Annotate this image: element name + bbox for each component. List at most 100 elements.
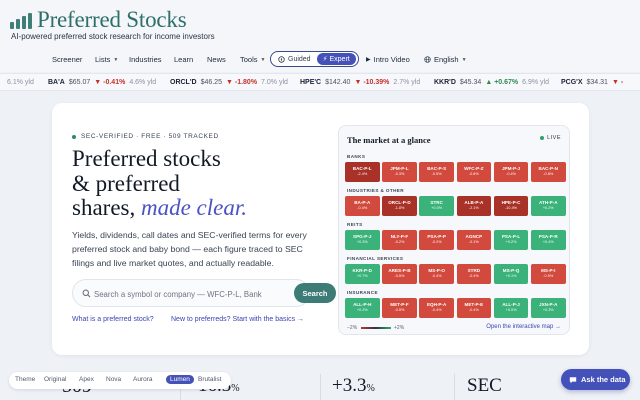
nav-language[interactable]: English ▼ [424, 55, 467, 64]
heatmap-tile[interactable]: BAC-P-L -2.4% [345, 162, 380, 182]
mode-toggle[interactable]: Guided ⚡ Expert [270, 51, 359, 67]
tile-symbol: ALL-P-J [502, 302, 520, 307]
heatmap-tile[interactable]: ARES-P-B -0.5% [382, 264, 417, 284]
tile-change: +0.1% [505, 274, 517, 279]
heatmap-tile[interactable]: MET-P-E -0.4% [456, 298, 492, 318]
tile-symbol: ALL-P-H [353, 302, 372, 307]
compass-icon [278, 55, 285, 63]
ticker-item[interactable]: BA'A $65.07 ▼ -0.41% 4.6% yld [48, 79, 156, 86]
tile-change: -0.3% [394, 172, 405, 177]
mode-expert-button[interactable]: ⚡ Expert [316, 53, 356, 65]
heatmap-tile[interactable]: ALL-P-H +0.2% [345, 298, 380, 318]
ticker-item[interactable]: ORCL'D $46.25 ▼ -1.80% 7.0% yld [170, 79, 288, 86]
heatmap-tile[interactable]: WFC-P-Z -0.8% [456, 162, 492, 182]
heatmap-tile[interactable]: SPG-P-J +0.3% [345, 230, 380, 250]
tile-symbol: MS-P-I [541, 268, 556, 273]
live-dot-icon [540, 136, 545, 140]
heatmap-tile[interactable]: BA-P-A -0.4% [345, 196, 380, 216]
heatmap-tile[interactable]: EQH-P-A -0.4% [419, 298, 454, 318]
ticker-item[interactable]: 6.1% yld [7, 79, 34, 86]
chevron-down-icon: ▼ [260, 56, 266, 63]
chat-bubble-icon [569, 376, 577, 383]
ticker-item[interactable]: PCG'X $34.31 ▼ - [561, 79, 627, 86]
theme-option-brutalist[interactable]: Brutalist [198, 376, 221, 383]
theme-option-apex[interactable]: Apex [79, 376, 94, 383]
heatmap-tile[interactable]: JPM-P-L -0.3% [382, 162, 417, 182]
tile-symbol: JPM-P-L [390, 166, 409, 171]
tile-change: +0.0% [505, 308, 517, 313]
price-ticker: 6.1% yld BA'A $65.07 ▼ -0.41% 4.6% yld ORCL… [0, 73, 640, 91]
open-interactive-map-link[interactable]: Open the interactive map → [486, 324, 561, 330]
heatmap-tile[interactable]: PSA-P-P -0.2% [419, 230, 454, 250]
ticker-item[interactable]: HPE'C $142.40 ▼ -10.39% 2.7% yld [300, 79, 420, 86]
tile-symbol: BA-P-A [354, 200, 371, 205]
tile-change: -0.5% [431, 172, 442, 177]
basics-link[interactable]: New to preferreds? Start with the basics… [171, 316, 304, 323]
heatmap-tile[interactable]: JXN-P-A +0.3% [531, 298, 566, 318]
play-icon: ▶ [366, 57, 371, 63]
tile-symbol: NLY-P-F [390, 234, 409, 239]
nav-lists[interactable]: Lists ▼ [95, 55, 118, 64]
nav-screener[interactable]: Screener [52, 55, 82, 64]
heatmap-tile[interactable]: ALB-P-A -2.1% [456, 196, 492, 216]
heatmap-tile[interactable]: HPE-P-C -10.4% [493, 196, 529, 216]
theme-option-lumen[interactable]: Lumen [166, 375, 194, 384]
heatmap-tile[interactable]: ORCL-P-D -1.8% [382, 196, 417, 216]
tile-change: -0.8% [543, 172, 554, 177]
tile-change: -2.4% [357, 172, 368, 177]
search-input[interactable] [94, 287, 264, 301]
tile-symbol: BAC-P-N [538, 166, 558, 171]
live-indicator: LIVE [540, 135, 561, 141]
heatmap-tile[interactable]: AGNCP -0.1% [456, 230, 492, 250]
heatmap-tile[interactable]: STRC +0.0% [419, 196, 454, 216]
nav-learn[interactable]: Learn [174, 55, 193, 64]
stat-sec: SEC [467, 375, 502, 396]
ticker-item[interactable]: KKR'D $45.34 ▲ +0.67% 6.9% yld [434, 79, 549, 86]
heatmap-tile[interactable]: PSA-P-L +0.2% [493, 230, 529, 250]
heatmap-tile[interactable]: BAC-P-N -0.8% [531, 162, 566, 182]
hero-badge: SEC-VERIFIED · FREE · 509 TRACKED [72, 133, 219, 140]
tile-change: +0.7% [356, 274, 368, 279]
heatmap-tile[interactable]: PSA-P-R +0.4% [531, 230, 566, 250]
tile-symbol: BAC-P-L [352, 166, 372, 171]
mode-guided-button[interactable]: Guided [272, 53, 317, 65]
brand-name: Preferred Stocks [37, 7, 187, 32]
brand-logo[interactable]: Preferred Stocks [10, 7, 187, 33]
heatmap-tile[interactable]: MS-P-I -0.5% [531, 264, 566, 284]
what-is-preferred-link[interactable]: What is a preferred stock? [72, 316, 154, 323]
tile-symbol: PSA-P-P [427, 234, 446, 239]
heatmap-tile[interactable]: ATH-P-A +0.2% [531, 196, 566, 216]
nav-news[interactable]: News [207, 55, 226, 64]
ask-the-data-button[interactable]: Ask the data [561, 369, 630, 390]
heatmap-tile[interactable]: STRD -0.4% [456, 264, 492, 284]
hero-badge-text: SEC-VERIFIED · FREE · 509 TRACKED [81, 133, 219, 140]
tile-change: -0.2% [431, 240, 442, 245]
theme-option-original[interactable]: Original [44, 376, 66, 383]
heatmap-tile[interactable]: MET-P-F -0.5% [382, 298, 417, 318]
tile-symbol: JPM-P-J [501, 166, 521, 171]
mode-expert-label: Expert [329, 55, 350, 63]
heatmap-tile[interactable]: ALL-P-J +0.0% [493, 298, 529, 318]
heatmap-tile[interactable]: JPM-P-J -0.4% [493, 162, 529, 182]
heatmap-tile[interactable]: BAC-P-S -0.5% [419, 162, 454, 182]
nav-tools[interactable]: Tools ▼ [240, 55, 265, 64]
tile-change: +0.4% [542, 240, 554, 245]
tile-change: -0.5% [394, 308, 405, 313]
tile-symbol: MET-P-E [464, 302, 484, 307]
theme-option-nova[interactable]: Nova [106, 376, 121, 383]
heatmap-tile[interactable]: NLY-P-F -0.2% [382, 230, 417, 250]
legend-high: +2% [394, 325, 405, 331]
sector-label: INDUSTRIES & OTHER [347, 188, 404, 193]
tile-symbol: PSA-P-R [538, 234, 558, 239]
heatmap-tile[interactable]: KKR-P-D +0.7% [345, 264, 380, 284]
tile-change: +0.2% [505, 240, 517, 245]
heatmap-tile[interactable]: MS-P-O -0.4% [419, 264, 454, 284]
nav-intro-video[interactable]: ▶ Intro Video [366, 55, 410, 64]
globe-icon [424, 56, 431, 63]
theme-option-aurora[interactable]: Aurora [133, 376, 153, 383]
tile-symbol: ALB-P-A [464, 200, 484, 205]
heatmap-tile[interactable]: MS-P-Q +0.1% [493, 264, 529, 284]
chevron-down-icon: ▼ [461, 56, 467, 63]
nav-industries[interactable]: Industries [129, 55, 162, 64]
search-button[interactable]: Search [294, 283, 336, 303]
